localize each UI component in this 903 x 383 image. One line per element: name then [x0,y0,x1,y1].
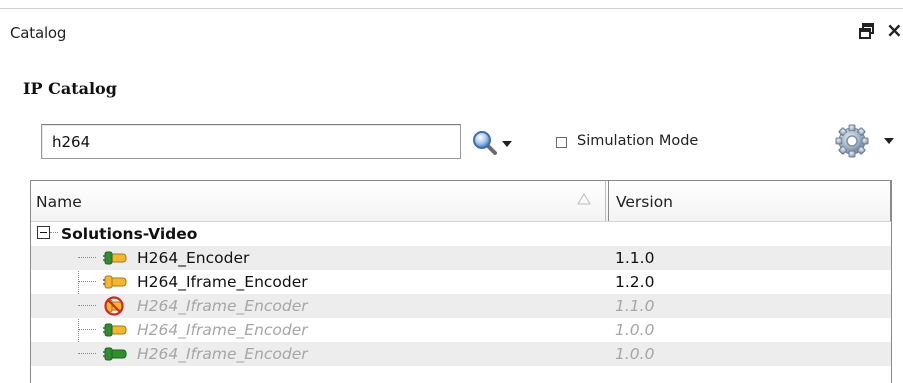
catalog-panel: Catalog × IP Catalog Simulation Mode [0,0,903,383]
simulation-mode-label: Simulation Mode [577,133,699,149]
dropdown-arrow-icon [502,141,512,147]
search-options-button[interactable] [470,130,530,156]
row-version: 1.2.0 [615,273,655,291]
tree-group-row[interactable]: Solutions-Video [31,222,891,246]
section-title: IP Catalog [23,79,117,98]
tree-connector [78,329,96,330]
row-name: H264_Iframe_Encoder [137,321,308,339]
sort-ascending-icon [577,193,591,205]
tree-connector [78,353,96,354]
row-version: 1.1.0 [615,297,655,315]
table-row[interactable]: H264_Iframe_Encoder 1.2.0 [31,270,891,294]
ip-core-icon [103,347,127,361]
search-input[interactable] [41,124,461,159]
table-row[interactable]: H264_Iframe_Encoder 1.1.0 [31,294,891,318]
tree-connector [78,305,96,306]
table-row[interactable]: H264_Encoder 1.1.0 [31,246,891,270]
row-version: 1.0.0 [615,321,655,339]
column-header-version-label: Version [616,193,673,211]
simulation-mode-checkbox[interactable] [556,137,567,148]
row-version: 1.1.0 [615,249,655,267]
tree-connector [78,281,96,282]
table-row[interactable]: H264_Iframe_Encoder 1.0.0 [31,342,891,366]
collapse-icon[interactable] [37,226,50,239]
row-version: 1.0.0 [615,345,655,363]
settings-button[interactable] [834,123,900,159]
ip-core-icon [103,323,127,337]
panel-top-border [0,8,903,9]
tree-connector [78,257,96,258]
tree-connector [50,232,58,233]
column-header-name[interactable]: Name [31,181,606,221]
ip-core-icon [103,275,127,289]
row-name: H264_Iframe_Encoder [137,345,308,363]
row-name: H264_Iframe_Encoder [137,297,308,315]
close-icon[interactable]: × [886,20,903,40]
restore-window-icon[interactable] [858,22,876,40]
table-row[interactable]: H264_Iframe_Encoder 1.0.0 [31,318,891,342]
magnifier-icon [473,131,497,155]
column-header-name-label: Name [36,193,82,211]
ip-core-icon [103,251,127,265]
ip-catalog-tree[interactable]: Name Version Solutions-Video H264_Encode… [30,180,892,383]
table-header: Name Version [31,181,891,222]
panel-title: Catalog [10,24,67,42]
column-header-version[interactable]: Version [608,181,891,221]
ip-core-prohibited-icon [104,296,124,316]
row-name: H264_Encoder [137,249,250,267]
group-name: Solutions-Video [61,225,198,243]
row-name: H264_Iframe_Encoder [137,273,308,291]
dropdown-arrow-icon [884,138,894,144]
